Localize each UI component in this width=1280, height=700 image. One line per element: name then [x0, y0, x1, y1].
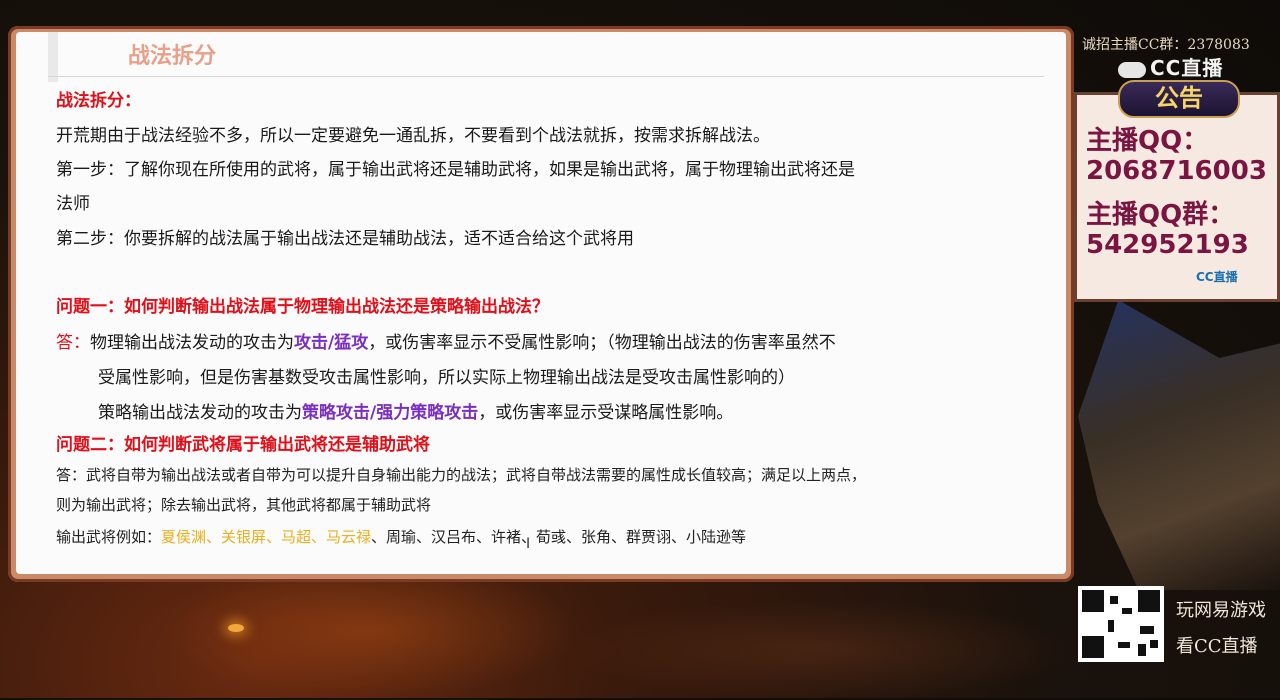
answer-text: 物理输出战法发动的攻击为: [90, 333, 294, 353]
section-heading: 战法拆分：: [56, 91, 141, 111]
answer-label: 答：: [56, 333, 90, 353]
slide: 战法拆分 战法拆分： 开荒期由于战法经验不多，所以一定要避免一通乱拆，不要看到个…: [16, 32, 1066, 574]
examples-highlight: 夏侯渊、关银屏、马超、马云禄: [161, 528, 372, 546]
answer-1-line-2: 受属性影响，但是伤害基数受攻击属性影响，所以实际上物理输出战法是受攻击属性影响的…: [98, 368, 795, 388]
ember-spark: [228, 624, 244, 632]
qr-code[interactable]: [1078, 586, 1164, 662]
background-glow: [560, 600, 1080, 700]
notice-badge: 公告: [1118, 80, 1240, 118]
cc-live-logo: CC直播: [1118, 52, 1223, 81]
qq-group-value: 542952193: [1086, 230, 1249, 260]
warrior-artwork: [1078, 300, 1280, 590]
answer-text: ，或伤害率显示不受属性影响；（物理输出战法的伤害率虽然不: [368, 333, 836, 353]
step2-text: 第二步：你要拆解的战法属于输出战法还是辅助战法，适不适合给这个武将用: [56, 229, 634, 249]
answer-1-line-3: 策略输出战法发动的攻击为策略攻击/强力策略攻击，或伤害率显示受谋略属性影响。: [98, 398, 733, 423]
qq-label: 主播QQ：: [1086, 126, 1209, 156]
cc-small-logo: CC直播: [1196, 270, 1238, 284]
answer-text: ，或伤害率显示受谋略属性影响。: [478, 403, 734, 423]
answer-1-line-1: 答：物理输出战法发动的攻击为攻击/猛攻，或伤害率显示不受属性影响；（物理输出战法…: [56, 328, 836, 353]
answer-text: 策略输出战法发动的攻击为: [98, 403, 302, 423]
highlight-strategy: 策略攻击/强力策略攻击: [302, 403, 479, 423]
step1-text-cont: 法师: [56, 194, 90, 214]
promo-line-2: 看CC直播: [1176, 636, 1258, 657]
title-divider: [48, 76, 1044, 77]
answer-2-line-2: 则为输出武将；除去输出武将，其他武将都属于辅助武将: [56, 496, 432, 514]
intro-text: 开荒期由于战法经验不多，所以一定要避免一通乱拆，不要看到个战法就拆，按需求拆解战…: [56, 126, 770, 146]
qq-value: 2068716003: [1086, 156, 1267, 186]
examples-label: 输出武将例如：: [56, 528, 162, 546]
qq-group-label: 主播QQ群：: [1086, 200, 1235, 230]
question-1: 问题一：如何判断输出战法属于物理输出战法还是策略输出战法？: [56, 297, 549, 317]
question-2: 问题二：如何判断武将属于输出武将还是辅助武将: [56, 435, 430, 455]
recruit-text: 诚招主播CC群：2378083: [1082, 37, 1250, 53]
examples-line: 输出武将例如：夏侯渊、关银屏、马超、马云禄、周瑜、汉吕布、许褚、荀彧、张角、群贾…: [56, 526, 746, 547]
highlight-physical: 攻击/猛攻: [294, 333, 369, 353]
step1-text: 第一步：了解你现在所使用的武将，属于输出武将还是辅助武将，如果是输出武将，属于物…: [56, 160, 855, 180]
examples-rest: 、周瑜、汉吕布、许褚、荀彧、张角、群贾诩、小陆逊等: [371, 528, 747, 546]
cloud-icon: [1118, 61, 1146, 78]
promo-line-1: 玩网易游戏: [1176, 600, 1266, 621]
answer-2-line-1: 答：武将自带为输出战法或者自带为可以提升自身输出能力的战法；武将自带战法需要的属…: [56, 466, 867, 484]
cc-logo-text: CC直播: [1150, 56, 1224, 80]
text-cursor-icon: I: [526, 536, 531, 552]
slide-title: 战法拆分: [128, 44, 217, 69]
title-tab: [48, 32, 58, 82]
